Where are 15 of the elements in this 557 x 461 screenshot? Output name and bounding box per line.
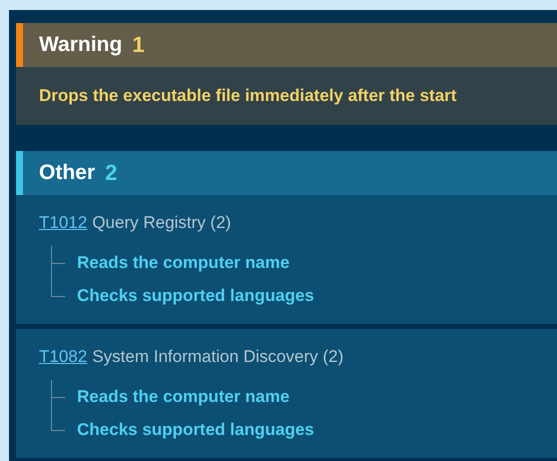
behavior-text: Checks supported languages [77,420,314,440]
tree-connector [51,380,67,413]
behavior-text: Reads the computer name [77,386,290,406]
tree-connector [51,246,67,279]
section-title: Other [39,161,96,185]
behavior-text: Checks supported languages [77,286,314,306]
section-count: 1 [132,32,144,58]
technique-link[interactable]: T1082 [39,347,88,367]
section-count: 2 [105,160,118,186]
section-title: Warning [39,33,122,57]
technique-name: Query Registry (2) [92,213,232,233]
technique-name: System Information Discovery (2) [92,347,344,367]
behavior-text: Reads the computer name [77,252,290,272]
technique-link[interactable]: T1012 [39,213,88,233]
warning-text: Drops the executable file immediately after the start [39,86,457,106]
